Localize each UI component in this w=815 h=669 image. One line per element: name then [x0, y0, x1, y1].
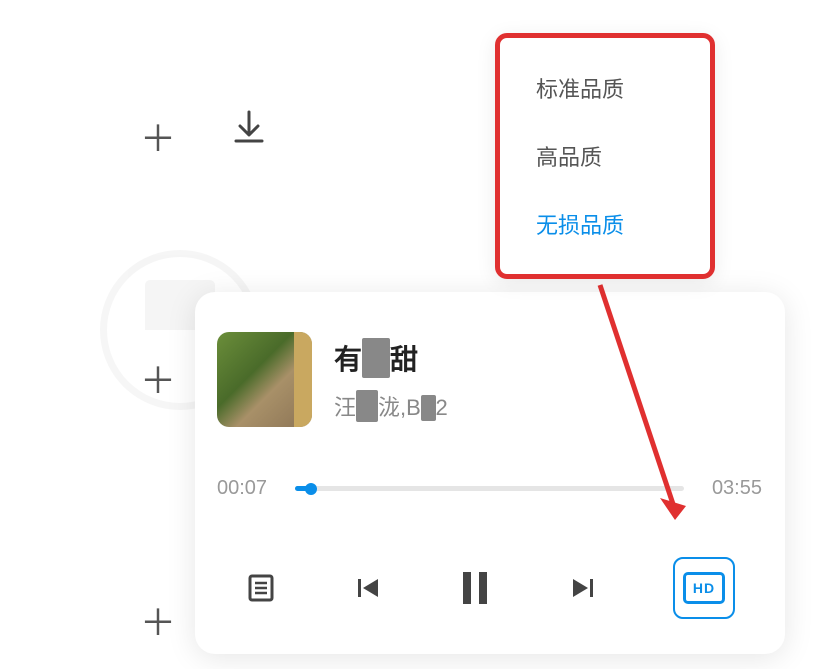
download-icon[interactable] — [230, 108, 268, 151]
playlist-button[interactable] — [245, 572, 277, 604]
time-total: 03:55 — [702, 477, 762, 500]
player-card: 有点甜 汪苏泷,BY2 00:07 03:55 — [195, 292, 785, 654]
album-art[interactable] — [217, 332, 312, 427]
hd-icon: HD — [683, 572, 725, 604]
time-current: 00:07 — [217, 477, 277, 500]
quality-option-lossless[interactable]: 无损品质 — [500, 190, 710, 258]
quality-option-high[interactable]: 高品质 — [500, 122, 710, 190]
progress-thumb[interactable] — [305, 483, 317, 495]
track-artist: 汪苏泷,BY2 — [334, 390, 448, 422]
quality-popup: 标准品质 高品质 无损品质 — [495, 33, 715, 279]
quality-option-standard[interactable]: 标准品质 — [500, 54, 710, 122]
next-button[interactable] — [569, 574, 597, 602]
add-button-3[interactable]: ＋ — [140, 594, 176, 646]
pause-button[interactable] — [458, 568, 492, 608]
add-button-1[interactable]: ＋ — [140, 110, 176, 162]
quality-button[interactable]: HD — [673, 557, 735, 619]
progress-bar[interactable] — [295, 486, 684, 491]
add-button-2[interactable]: ＋ — [140, 352, 176, 404]
track-title: 有点甜 — [334, 338, 448, 378]
previous-button[interactable] — [354, 574, 382, 602]
